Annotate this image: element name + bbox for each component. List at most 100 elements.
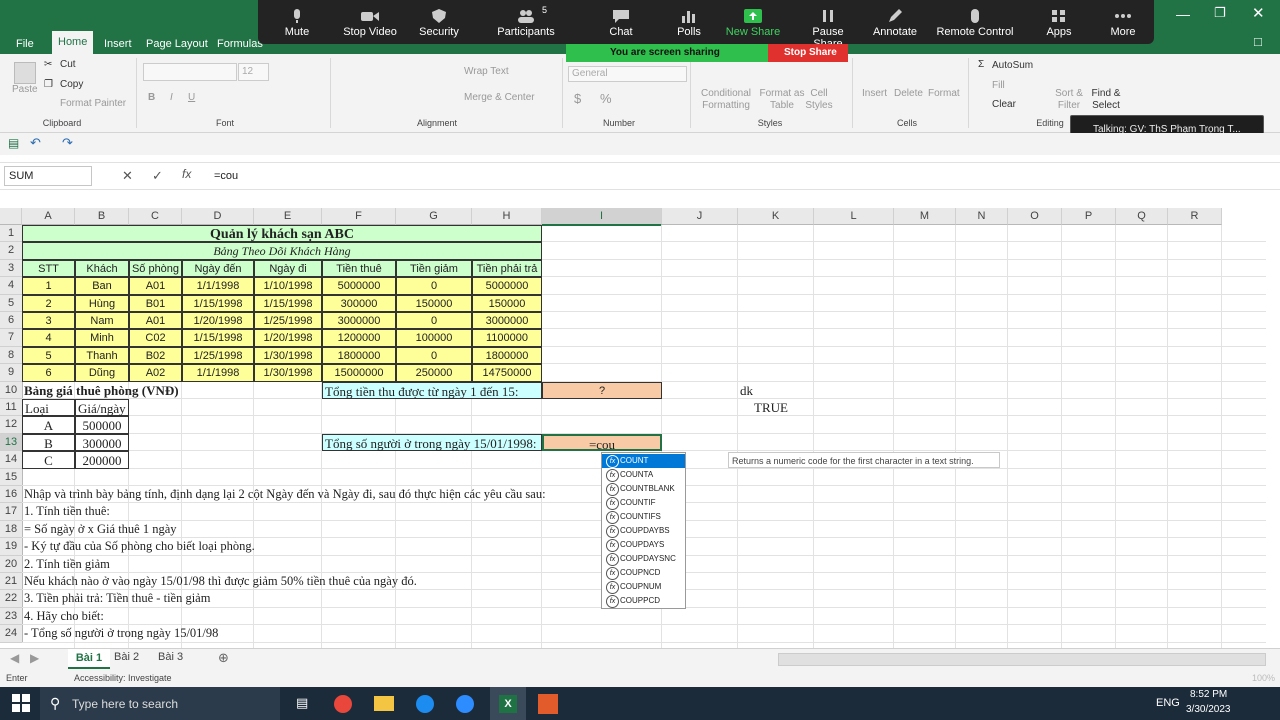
sheet-subtitle[interactable]: Bảng Theo Dõi Khách Hàng bbox=[22, 242, 542, 260]
price-value[interactable]: 200000 bbox=[75, 451, 129, 469]
table-cell[interactable]: 150000 bbox=[396, 294, 472, 312]
column-header[interactable]: B bbox=[75, 208, 129, 225]
task-view-icon[interactable]: ▤ bbox=[296, 695, 308, 711]
row-header[interactable]: 19 bbox=[0, 538, 23, 556]
dk-value[interactable]: TRUE bbox=[738, 399, 814, 416]
sheet-title[interactable]: Quản lý khách sạn ABC bbox=[22, 225, 542, 243]
price-type[interactable]: B bbox=[22, 433, 75, 452]
column-header[interactable]: P bbox=[1062, 208, 1116, 225]
row-header[interactable]: 3 bbox=[0, 259, 23, 278]
row-header[interactable]: 12 bbox=[0, 416, 23, 434]
tab-home[interactable]: Home bbox=[52, 31, 94, 54]
table-cell[interactable]: 6 bbox=[22, 364, 75, 382]
table-cell[interactable]: 0 bbox=[396, 346, 472, 365]
clear-button[interactable]: Clear bbox=[992, 99, 1016, 110]
table-cell[interactable]: 100000 bbox=[396, 329, 472, 347]
row-header[interactable]: 7 bbox=[0, 329, 23, 347]
column-header[interactable]: D bbox=[182, 208, 254, 225]
table-cell[interactable]: 1/15/1998 bbox=[182, 294, 254, 312]
dk-label[interactable]: dk bbox=[738, 382, 814, 399]
autocomplete-item[interactable]: fx COUNTIFS bbox=[602, 510, 685, 524]
row-header[interactable]: 20 bbox=[0, 555, 23, 573]
column-header[interactable]: R bbox=[1168, 208, 1222, 225]
sheet-tab-bai-3[interactable]: Bài 3 bbox=[158, 651, 183, 663]
table-cell[interactable]: 5 bbox=[22, 346, 75, 365]
restore-icon[interactable]: ❐ bbox=[1214, 5, 1226, 21]
table-cell[interactable]: 1100000 bbox=[472, 329, 542, 347]
sheet-tab-bai-1[interactable]: Bài 1 bbox=[68, 649, 110, 669]
table-cell[interactable]: 1/15/1998 bbox=[182, 329, 254, 347]
autocomplete-item[interactable]: fx COUNTBLANK bbox=[602, 482, 685, 496]
table-cell[interactable]: 15000000 bbox=[322, 364, 396, 382]
font-size-select[interactable]: 12 bbox=[238, 63, 269, 81]
table-cell[interactable]: 0 bbox=[396, 312, 472, 330]
table-header[interactable]: Ngày đi bbox=[254, 259, 322, 278]
horizontal-scrollbar[interactable] bbox=[778, 653, 1266, 666]
column-header[interactable]: A bbox=[22, 208, 75, 225]
more-button[interactable]: More bbox=[1106, 0, 1140, 44]
mute-button[interactable]: Mute bbox=[272, 0, 322, 44]
row-header[interactable]: 6 bbox=[0, 312, 23, 330]
table-cell[interactable]: 1/20/1998 bbox=[254, 329, 322, 347]
instruction-text[interactable]: 4. Hãy cho biết: bbox=[22, 608, 542, 625]
table-cell[interactable]: A01 bbox=[129, 277, 182, 295]
bold-button[interactable]: B bbox=[148, 92, 155, 103]
table-header[interactable]: Tiền phải trả bbox=[472, 259, 542, 278]
price-value[interactable]: 300000 bbox=[75, 433, 129, 452]
cell-styles-button[interactable]: Cell Styles bbox=[804, 88, 834, 112]
table-cell[interactable]: B01 bbox=[129, 294, 182, 312]
table-cell[interactable]: 1800000 bbox=[472, 346, 542, 365]
table-cell[interactable]: 300000 bbox=[322, 294, 396, 312]
add-sheet-icon[interactable]: ⊕ bbox=[218, 650, 229, 666]
column-header[interactable]: L bbox=[814, 208, 894, 225]
redo-icon[interactable]: ↷ bbox=[62, 135, 73, 151]
table-cell[interactable]: B02 bbox=[129, 346, 182, 365]
taskbar-search-box[interactable]: ⚲ Type here to search bbox=[40, 687, 280, 720]
enter-icon[interactable]: ✓ bbox=[152, 168, 163, 184]
column-header[interactable]: H bbox=[472, 208, 542, 225]
question-1-answer[interactable]: ? bbox=[542, 381, 662, 399]
tab-insert[interactable]: Insert bbox=[98, 34, 138, 54]
number-format-select[interactable]: General bbox=[568, 66, 687, 82]
table-cell[interactable]: 1/30/1998 bbox=[254, 346, 322, 365]
autocomplete-item[interactable]: fx COUPDAYSNC bbox=[602, 552, 685, 566]
column-header[interactable]: N bbox=[956, 208, 1008, 225]
autocomplete-item[interactable]: fx COUPNUM bbox=[602, 580, 685, 594]
column-header[interactable]: C bbox=[129, 208, 182, 225]
table-cell[interactable]: Nam bbox=[75, 312, 129, 330]
question-2-label[interactable]: Tổng số người ở trong ngày 15/01/1998: bbox=[322, 433, 542, 452]
sheet-tab-bai-2[interactable]: Bài 2 bbox=[114, 651, 139, 663]
close-icon[interactable]: ✕ bbox=[1252, 4, 1265, 22]
price-type[interactable]: C bbox=[22, 451, 75, 469]
instruction-text[interactable]: 2. Tính tiền giảm bbox=[22, 556, 542, 573]
table-cell[interactable]: C02 bbox=[129, 329, 182, 347]
price-header[interactable]: Loại bbox=[22, 399, 75, 417]
row-header[interactable]: 21 bbox=[0, 573, 23, 591]
table-cell[interactable]: 1/10/1998 bbox=[254, 277, 322, 295]
chat-button[interactable]: Chat bbox=[604, 0, 638, 44]
conditional-formatting-button[interactable]: Conditional Formatting bbox=[697, 88, 755, 112]
zalo-icon[interactable] bbox=[416, 695, 434, 713]
autocomplete-item[interactable]: fx COUNTA bbox=[602, 468, 685, 482]
font-name-select[interactable] bbox=[143, 63, 237, 81]
price-type[interactable]: A bbox=[22, 416, 75, 434]
column-header[interactable]: K bbox=[738, 208, 814, 225]
table-header[interactable]: Số phòng bbox=[129, 259, 182, 278]
clock-date[interactable]: 3/30/2023 bbox=[1186, 704, 1231, 715]
autocomplete-item[interactable]: fx COUPNCD bbox=[602, 566, 685, 580]
column-header[interactable]: Q bbox=[1116, 208, 1168, 225]
prev-sheet-icon[interactable]: ◀ bbox=[10, 651, 19, 665]
row-header[interactable]: 2 bbox=[0, 242, 23, 260]
chrome-icon[interactable] bbox=[334, 695, 352, 713]
select-all-corner[interactable] bbox=[0, 208, 22, 225]
insert-function-icon[interactable]: fx bbox=[182, 167, 191, 181]
autocomplete-item[interactable]: fx COUPDAYBS bbox=[602, 524, 685, 538]
merge-center-button[interactable]: Merge & Center bbox=[464, 92, 535, 103]
autosum-button[interactable]: AutoSum bbox=[992, 60, 1033, 71]
comments-icon[interactable]: □ bbox=[1254, 34, 1262, 49]
sort-filter-button[interactable]: Sort & Filter bbox=[1050, 88, 1088, 112]
table-cell[interactable]: 1200000 bbox=[322, 329, 396, 347]
stop-video-button[interactable]: Stop Video bbox=[340, 0, 400, 44]
delete-cells-button[interactable]: Delete bbox=[894, 88, 923, 99]
row-header[interactable]: 5 bbox=[0, 294, 23, 312]
